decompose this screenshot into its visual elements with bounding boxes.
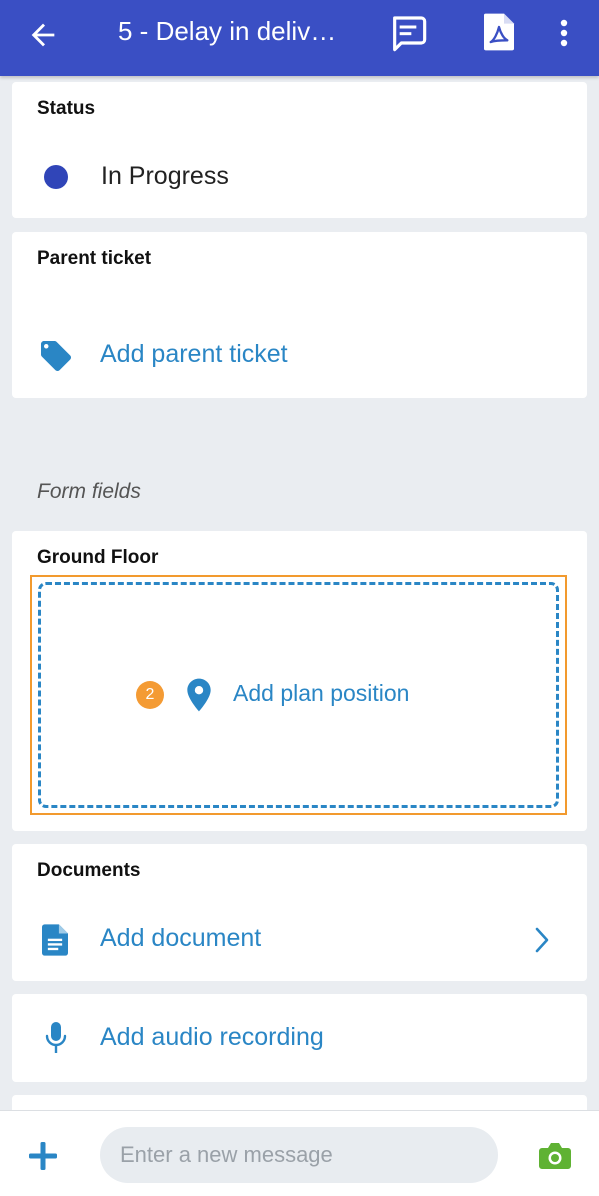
chat-icon[interactable] — [388, 13, 428, 53]
form-fields-label: Form fields — [37, 480, 141, 503]
documents-title: Documents — [37, 860, 141, 881]
status-dot-icon — [44, 165, 68, 189]
add-parent-ticket-link[interactable]: Add parent ticket — [100, 340, 288, 369]
plan-position-highlight[interactable]: 2 Add plan position — [30, 575, 567, 815]
ground-floor-card: Ground Floor 2 Add plan position — [12, 531, 587, 831]
chevron-right-icon[interactable] — [531, 926, 553, 954]
app-bar: 5 - Delay in deliv… — [0, 0, 599, 76]
add-plan-position-link[interactable]: Add plan position — [233, 680, 409, 707]
tag-icon — [41, 341, 71, 371]
message-input[interactable] — [100, 1127, 498, 1183]
message-composer — [0, 1110, 599, 1196]
pdf-icon[interactable] — [482, 12, 516, 52]
status-title: Status — [37, 98, 96, 119]
document-icon — [42, 924, 68, 956]
add-audio-recording-link[interactable]: Add audio recording — [100, 1023, 324, 1052]
status-card[interactable]: Status In Progress — [12, 82, 587, 218]
step-badge: 2 — [136, 681, 164, 709]
audio-card: Add audio recording — [12, 994, 587, 1082]
more-vert-icon[interactable] — [552, 14, 576, 54]
plus-icon[interactable] — [28, 1141, 58, 1171]
documents-card[interactable]: Documents Add document — [12, 844, 587, 981]
add-document-link[interactable]: Add document — [100, 924, 261, 953]
camera-icon[interactable] — [538, 1141, 572, 1171]
parent-ticket-card: Parent ticket Add parent ticket — [12, 232, 587, 398]
microphone-icon — [45, 1022, 67, 1053]
ground-floor-title: Ground Floor — [37, 547, 159, 568]
back-arrow-icon[interactable] — [26, 18, 60, 52]
location-pin-icon — [187, 678, 211, 712]
page-title: 5 - Delay in deliv… — [118, 16, 337, 46]
status-value[interactable]: In Progress — [101, 162, 229, 191]
parent-ticket-title: Parent ticket — [37, 248, 152, 269]
